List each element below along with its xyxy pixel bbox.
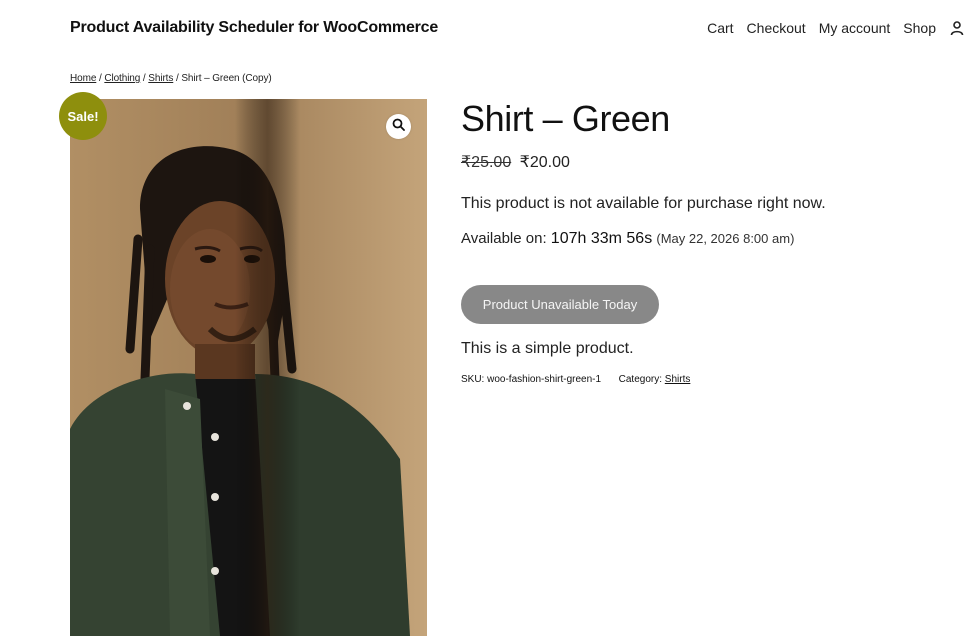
countdown-timer: 107h 33m 56s [550, 230, 653, 247]
category-label: Category: [618, 374, 662, 385]
breadcrumb-separator: / [175, 73, 179, 84]
available-label: Available on: [461, 230, 547, 247]
nav-my-account[interactable]: My account [819, 20, 891, 36]
available-date: (May 22, 2026 8:00 am) [656, 231, 795, 246]
breadcrumb-shirts[interactable]: Shirts [148, 73, 173, 84]
available-on: Available on: 107h 33m 56s (May 22, 2026… [461, 230, 794, 248]
sale-badge: Sale! [59, 92, 107, 140]
nav-shop[interactable]: Shop [903, 20, 936, 36]
sale-price: ₹20.00 [519, 154, 570, 171]
site-title[interactable]: Product Availability Scheduler for WooCo… [70, 19, 438, 37]
breadcrumb: Home / Clothing / Shirts / Shirt – Green… [70, 73, 272, 84]
short-description: This is a simple product. [461, 340, 634, 357]
breadcrumb-clothing[interactable]: Clothing [104, 73, 140, 84]
product-price: ₹25.00 ₹20.00 [461, 152, 570, 172]
breadcrumb-separator: / [142, 73, 146, 84]
category-link[interactable]: Shirts [665, 374, 691, 385]
zoom-button[interactable] [386, 114, 411, 139]
magnifier-icon [392, 118, 405, 136]
product-title: Shirt – Green [461, 98, 670, 139]
product-meta: SKU: woo-fashion-shirt-green-1 Category:… [461, 374, 690, 385]
nav-cart[interactable]: Cart [707, 20, 733, 36]
product-image[interactable] [70, 99, 427, 636]
main-nav: Cart Checkout My account Shop [707, 20, 965, 36]
user-icon[interactable] [949, 20, 965, 36]
sku-value: woo-fashion-shirt-green-1 [487, 374, 602, 385]
old-price: ₹25.00 [461, 154, 512, 171]
sku-label: SKU: [461, 374, 485, 385]
breadcrumb-separator: / [98, 73, 102, 84]
breadcrumb-current: Shirt – Green (Copy) [181, 73, 272, 84]
breadcrumb-home[interactable]: Home [70, 73, 96, 84]
product-unavailable-button[interactable]: Product Unavailable Today [461, 285, 659, 324]
availability-notice: This product is not available for purcha… [461, 195, 826, 212]
nav-checkout[interactable]: Checkout [747, 20, 806, 36]
product-photo [70, 99, 427, 636]
